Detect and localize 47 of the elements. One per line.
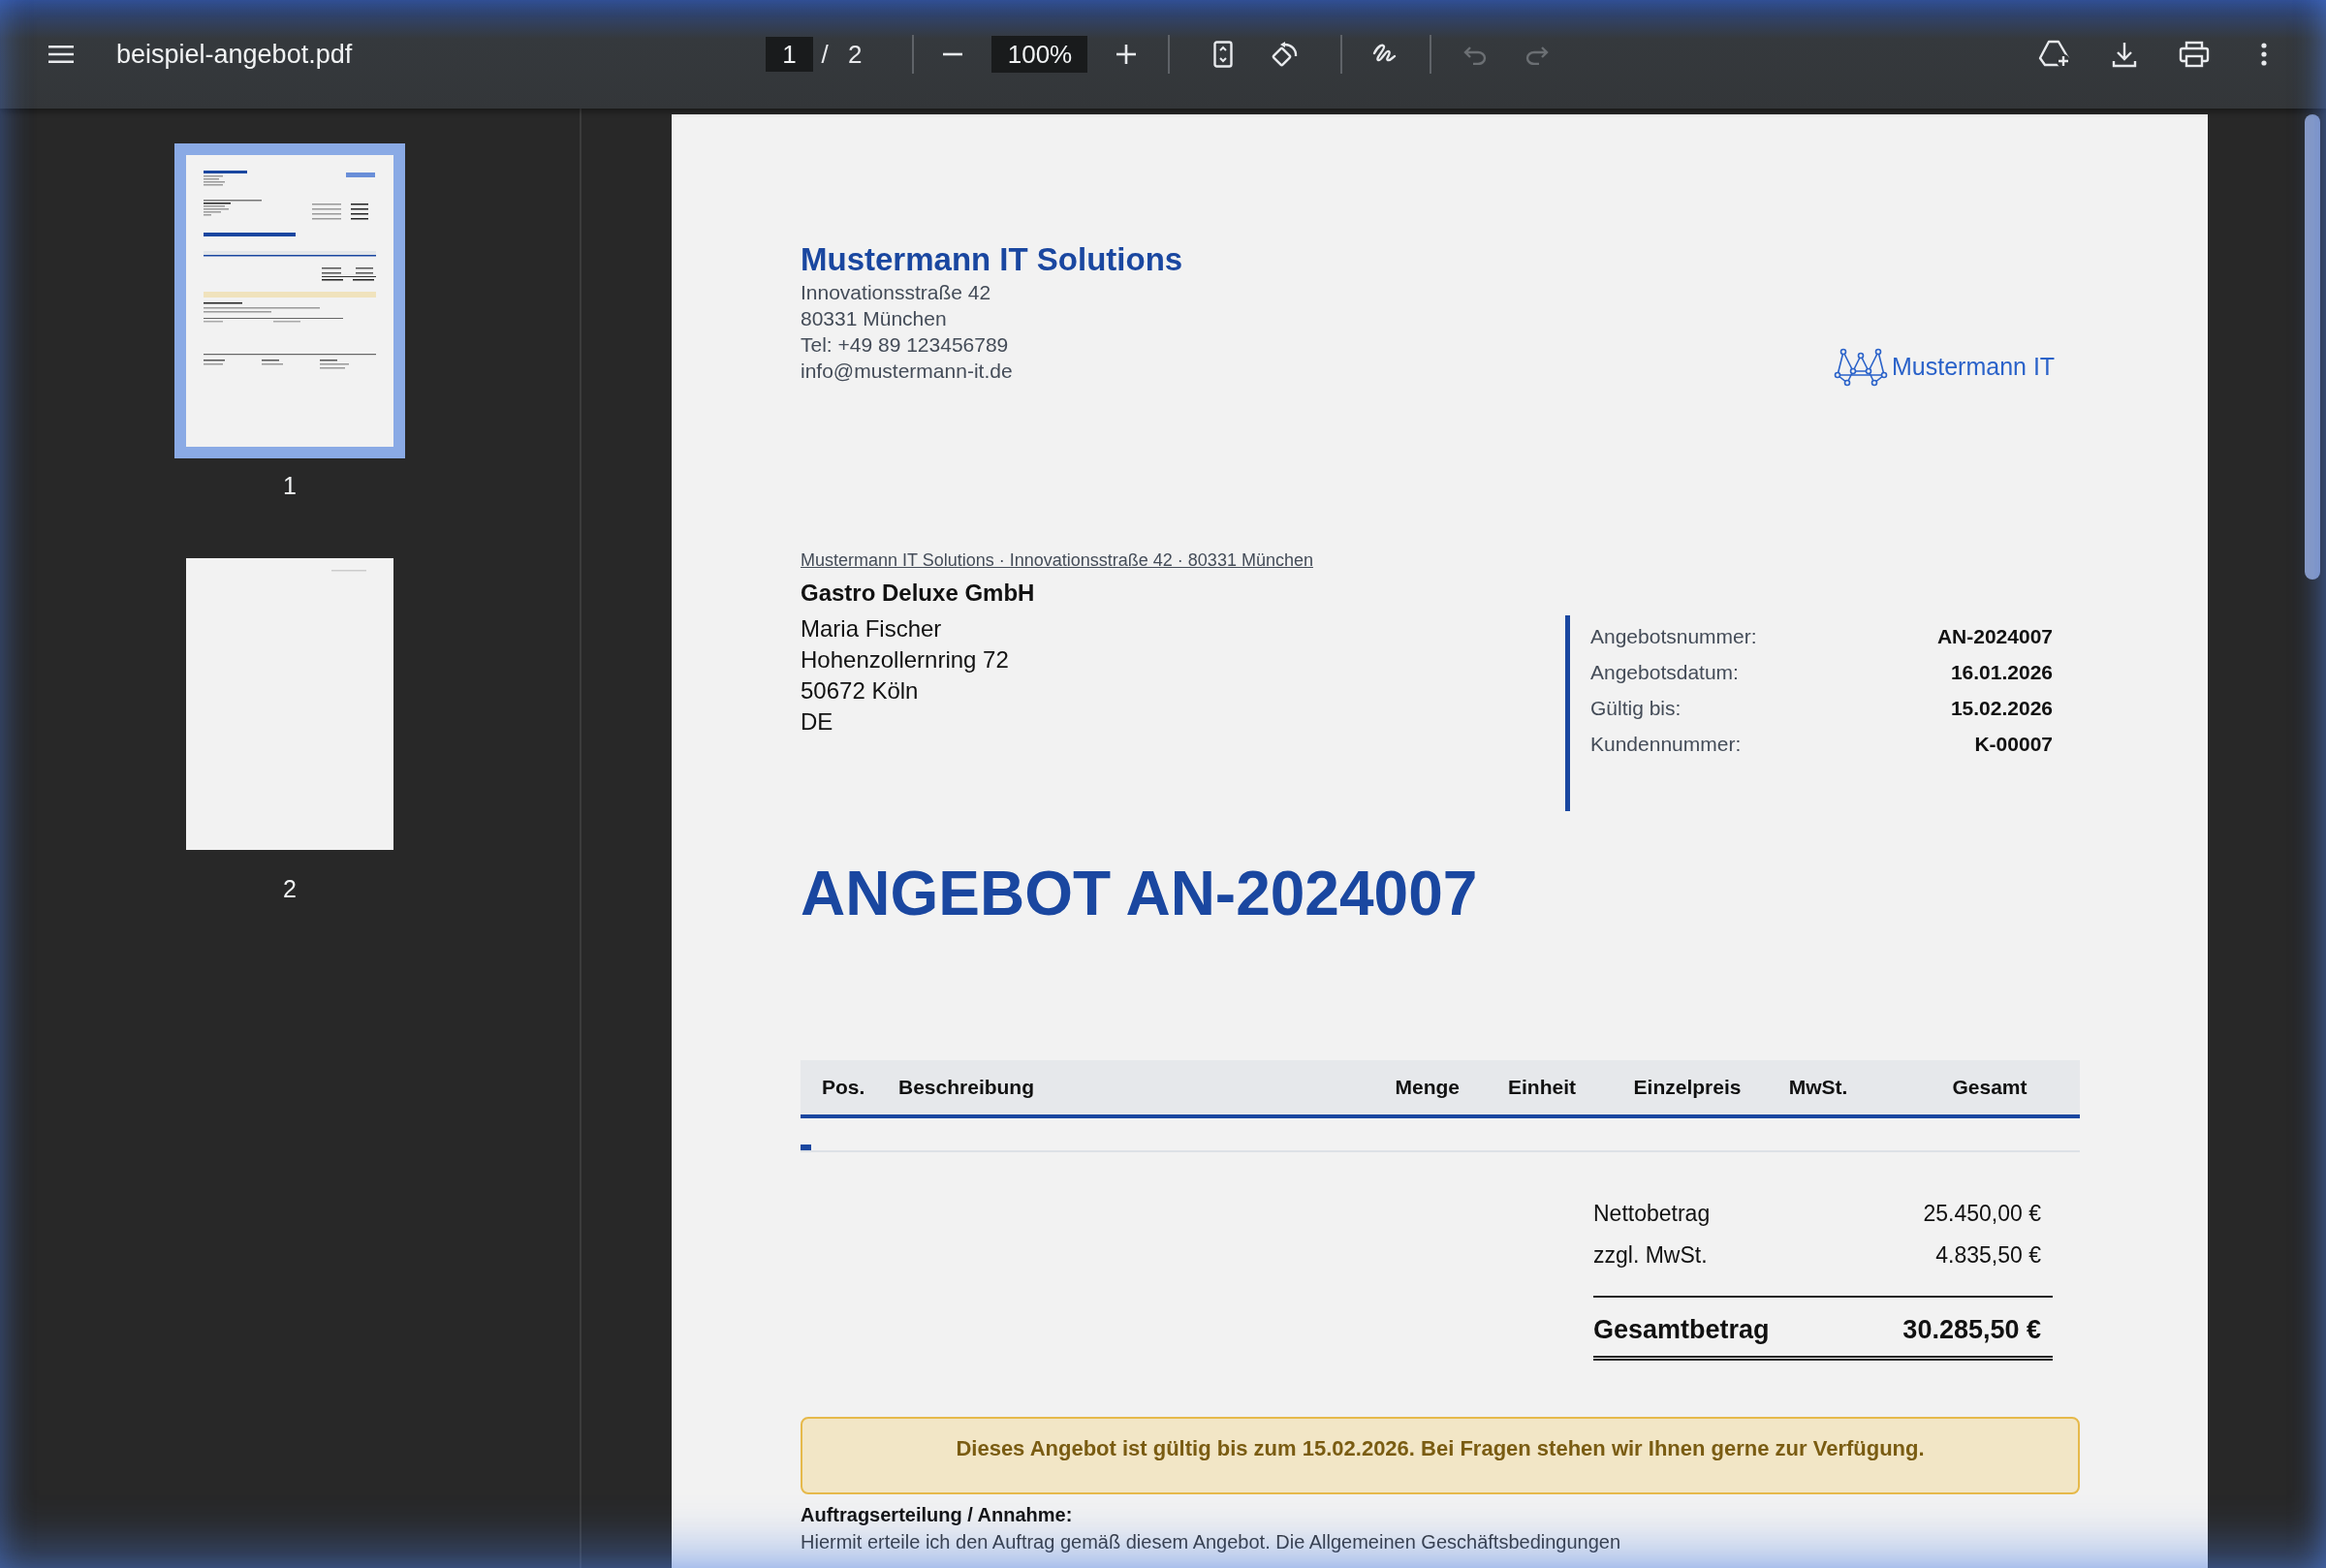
sender-address-line: Mustermann IT Solutions · Innovationsstraße 42 · 80331 München [801, 549, 1314, 572]
company-address-line: info@mustermann-it.de [801, 359, 1014, 384]
column-header: Beschreibung [898, 1076, 1036, 1099]
total-value: 4.835,50 € [1935, 1241, 2041, 1270]
company-address-line: Tel: +49 89 123456789 [801, 332, 1010, 358]
scrollbar[interactable] [2305, 114, 2320, 580]
info-value: 16.01.2026 [1950, 660, 2053, 685]
column-header: Menge [1394, 1076, 1461, 1099]
logo-wordmark: Mustermann IT [1892, 353, 2056, 381]
page-count: 2 [848, 39, 863, 70]
total-label: Nettobetrag [1593, 1200, 1711, 1228]
column-header: Einheit [1507, 1076, 1577, 1099]
page-separator: / [820, 39, 830, 70]
company-address-line: Innovationsstraße 42 [801, 280, 992, 305]
company-name: Mustermann IT Solutions [801, 240, 1183, 279]
column-header: MwSt. [1787, 1076, 1849, 1099]
info-value: 15.02.2026 [1950, 696, 2053, 721]
zoom-field[interactable]: 100% [991, 36, 1088, 73]
page-number: 2 [283, 875, 297, 903]
recipient-address-line: Maria Fischer [801, 614, 943, 643]
total-label: zzgl. MwSt. [1593, 1241, 1708, 1270]
page-number: 1 [283, 472, 297, 500]
info-value: AN-2024007 [1936, 624, 2053, 649]
recipient-address-line: 50672 Köln [801, 676, 920, 706]
info-label: Kundennummer: [1590, 732, 1742, 757]
acceptance-heading: Auftragserteilung / Annahme: [801, 1503, 1074, 1526]
document-title: beispiel-angebot.pdf [116, 39, 353, 70]
column-header: Gesamt [1951, 1076, 2028, 1099]
recipient-address-line: DE [801, 707, 834, 737]
validity-notice: Dieses Angebot ist gültig bis zum 15.02.2026. Bei Fragen stehen wir Ihnen gerne zur Verfügung. [801, 1417, 2080, 1494]
company-address-line: 80331 München [801, 306, 948, 331]
total-label: Gesamtbetrag [1593, 1314, 1770, 1346]
info-label: Angebotsnummer: [1590, 624, 1757, 649]
recipient-company: Gastro Deluxe GmbH [801, 579, 1035, 608]
page-number-field[interactable]: 1 [766, 37, 813, 72]
offer-title: ANGEBOT AN-2024007 [801, 858, 1479, 930]
row-marker [801, 1145, 811, 1150]
page-thumbnail[interactable] [174, 143, 405, 458]
column-header: Pos. [821, 1076, 866, 1099]
total-value: 30.285,50 € [1902, 1314, 2041, 1346]
info-value: K-00007 [1974, 732, 2053, 757]
recipient-address-line: Hohenzollernring 72 [801, 645, 1010, 674]
info-label: Gültig bis: [1590, 696, 1682, 721]
info-label: Angebotsdatum: [1590, 660, 1739, 685]
acceptance-text: Hiermit erteile ich den Auftrag gemäß diesem Angebot. Die Allgemeinen Geschäftsbedingungen [801, 1530, 1622, 1553]
total-value: 25.450,00 € [1923, 1200, 2041, 1228]
column-header: Einzelpreis [1632, 1076, 1743, 1099]
